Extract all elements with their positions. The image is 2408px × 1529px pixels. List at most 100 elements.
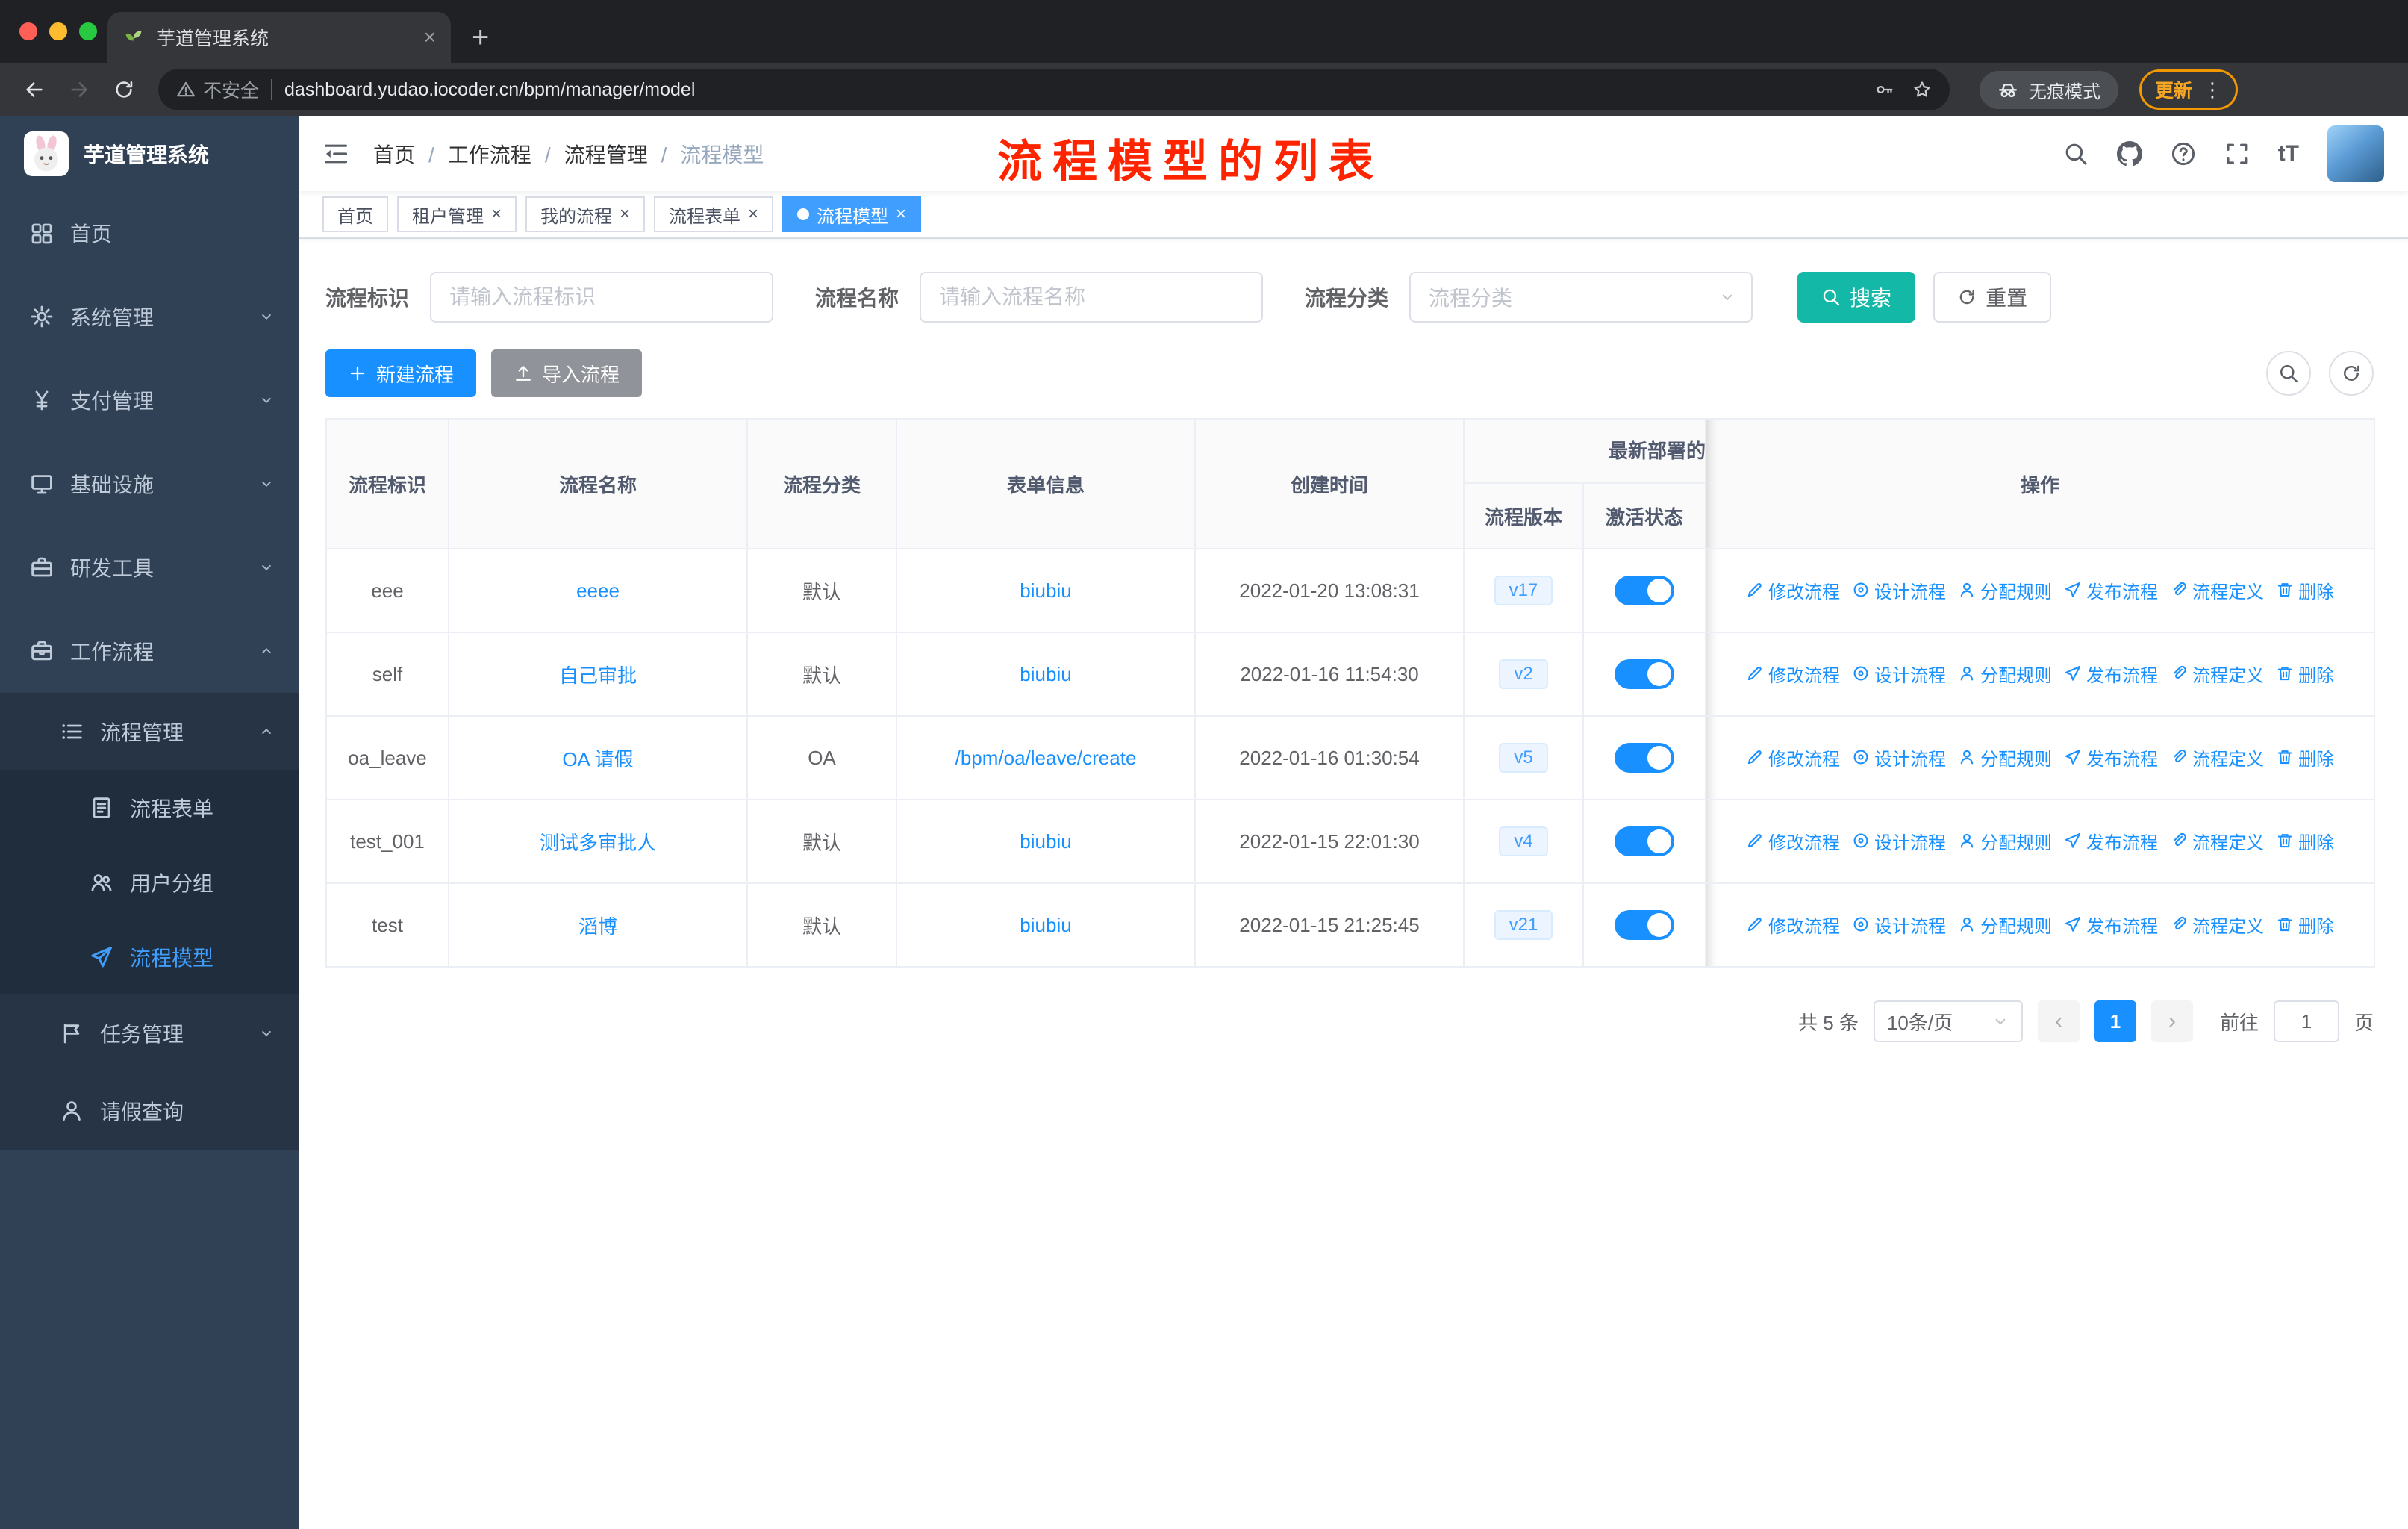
font-size-icon[interactable]: tT <box>2278 141 2299 166</box>
reload-button[interactable] <box>105 70 143 109</box>
tab-close-icon[interactable]: × <box>424 25 436 49</box>
tag-close-icon[interactable]: × <box>491 205 502 223</box>
sidebar-item-workflow[interactable]: 工作流程 <box>0 609 299 693</box>
zoom-window-button[interactable] <box>79 22 97 40</box>
process-name-input[interactable] <box>920 272 1264 323</box>
app-logo-row[interactable]: 芋道管理系统 <box>0 116 299 191</box>
category-select[interactable]: 流程分类 <box>1409 272 1753 323</box>
sidebar-item-process-management[interactable]: 流程管理 <box>0 693 299 770</box>
close-window-button[interactable] <box>19 22 37 40</box>
action-assign-rules-link[interactable]: 分配规则 <box>1958 828 2052 854</box>
sidebar-item-process-model[interactable]: 流程模型 <box>0 920 299 994</box>
search-button[interactable]: 搜索 <box>1797 272 1916 323</box>
import-process-button[interactable]: 导入流程 <box>491 349 643 397</box>
process-name-link[interactable]: 自己审批 <box>559 664 637 687</box>
active-toggle[interactable] <box>1615 576 1674 605</box>
process-name-link[interactable]: OA 请假 <box>562 748 633 770</box>
sidebar-item-system[interactable]: 系统管理 <box>0 275 299 358</box>
address-bar[interactable]: 不安全 dashboard.yudao.iocoder.cn/bpm/manag… <box>158 69 1950 110</box>
sidebar-item-task-management[interactable]: 任务管理 <box>0 994 299 1072</box>
new-tab-button[interactable]: + <box>472 22 489 52</box>
form-info-link[interactable]: /bpm/oa/leave/create <box>955 747 1137 769</box>
form-info-link[interactable]: biubiu <box>1020 579 1071 602</box>
refresh-table-button[interactable] <box>2329 351 2374 396</box>
tag-close-icon[interactable]: × <box>748 205 758 223</box>
tag-process-model[interactable]: 流程模型 × <box>782 196 922 232</box>
action-assign-rules-link[interactable]: 分配规则 <box>1958 744 2052 770</box>
sidebar-item-user-group[interactable]: 用户分组 <box>0 845 299 920</box>
sidebar-item-home[interactable]: 首页 <box>0 191 299 275</box>
page-number-button[interactable]: 1 <box>2094 1000 2136 1042</box>
sidebar-item-infrastructure[interactable]: 基础设施 <box>0 442 299 526</box>
action-definition-link[interactable]: 流程定义 <box>2170 661 2264 687</box>
action-modify-link[interactable]: 修改流程 <box>1746 912 1840 938</box>
active-toggle[interactable] <box>1615 910 1674 940</box>
tag-process-form[interactable]: 流程表单 × <box>654 196 774 232</box>
window-controls[interactable] <box>19 22 97 40</box>
action-publish-link[interactable]: 发布流程 <box>2064 912 2158 938</box>
action-design-link[interactable]: 设计流程 <box>1852 744 1946 770</box>
action-definition-link[interactable]: 流程定义 <box>2170 744 2264 770</box>
user-avatar[interactable] <box>2327 125 2384 182</box>
action-design-link[interactable]: 设计流程 <box>1852 828 1946 854</box>
prev-page-button[interactable]: ‹ <box>2037 1000 2080 1042</box>
process-name-link[interactable]: 测试多审批人 <box>540 832 656 854</box>
forward-button[interactable] <box>60 70 99 109</box>
form-info-link[interactable]: biubiu <box>1020 663 1071 685</box>
tag-close-icon[interactable]: × <box>896 205 906 223</box>
action-definition-link[interactable]: 流程定义 <box>2170 828 2264 854</box>
tag-home[interactable]: 首页 <box>322 196 388 232</box>
process-name-link[interactable]: 滔博 <box>578 915 617 938</box>
action-delete-link[interactable]: 删除 <box>2276 828 2334 854</box>
action-definition-link[interactable]: 流程定义 <box>2170 577 2264 603</box>
action-assign-rules-link[interactable]: 分配规则 <box>1958 912 2052 938</box>
search-icon[interactable] <box>2063 141 2089 166</box>
action-delete-link[interactable]: 删除 <box>2276 744 2334 770</box>
form-info-link[interactable]: biubiu <box>1020 914 1071 936</box>
action-publish-link[interactable]: 发布流程 <box>2064 577 2158 603</box>
browser-menu-icon[interactable]: ⋮ <box>2203 78 2222 102</box>
sidebar-toggle-icon[interactable] <box>322 140 349 167</box>
action-delete-link[interactable]: 删除 <box>2276 661 2334 687</box>
security-indicator[interactable]: 不安全 <box>176 76 259 103</box>
form-info-link[interactable]: biubiu <box>1020 830 1071 853</box>
toggle-search-button[interactable] <box>2266 351 2311 396</box>
minimize-window-button[interactable] <box>49 22 67 40</box>
active-toggle[interactable] <box>1615 743 1674 773</box>
tag-tenant-management[interactable]: 租户管理 × <box>397 196 517 232</box>
action-modify-link[interactable]: 修改流程 <box>1746 661 1840 687</box>
active-toggle[interactable] <box>1615 826 1674 856</box>
tag-close-icon[interactable]: × <box>620 205 630 223</box>
sidebar-item-devtools[interactable]: 研发工具 <box>0 526 299 609</box>
action-design-link[interactable]: 设计流程 <box>1852 577 1946 603</box>
action-assign-rules-link[interactable]: 分配规则 <box>1958 577 2052 603</box>
action-assign-rules-link[interactable]: 分配规则 <box>1958 661 2052 687</box>
action-delete-link[interactable]: 删除 <box>2276 577 2334 603</box>
page-size-select[interactable]: 10条/页 <box>1873 1000 2023 1042</box>
bookmark-star-icon[interactable] <box>1912 80 1932 99</box>
sidebar-item-leave-query[interactable]: 请假查询 <box>0 1072 299 1150</box>
github-icon[interactable] <box>2116 141 2142 166</box>
goto-page-input[interactable] <box>2273 1000 2339 1042</box>
back-button[interactable] <box>15 70 54 109</box>
process-name-link[interactable]: eeee <box>576 579 620 602</box>
process-key-input[interactable] <box>430 272 774 323</box>
action-modify-link[interactable]: 修改流程 <box>1746 828 1840 854</box>
next-page-button[interactable]: › <box>2150 1000 2193 1042</box>
action-publish-link[interactable]: 发布流程 <box>2064 744 2158 770</box>
action-delete-link[interactable]: 删除 <box>2276 912 2334 938</box>
sidebar-item-process-form[interactable]: 流程表单 <box>0 770 299 845</box>
breadcrumb-process-management[interactable]: 流程管理 <box>564 139 681 169</box>
fullscreen-icon[interactable] <box>2224 141 2250 166</box>
sidebar-item-payment[interactable]: 支付管理 <box>0 358 299 442</box>
action-modify-link[interactable]: 修改流程 <box>1746 577 1840 603</box>
action-publish-link[interactable]: 发布流程 <box>2064 828 2158 854</box>
help-icon[interactable] <box>2171 141 2196 166</box>
breadcrumb-home[interactable]: 首页 <box>373 139 448 169</box>
reset-button[interactable]: 重置 <box>1933 272 2052 323</box>
browser-update-button[interactable]: 更新 ⋮ <box>2139 69 2239 110</box>
action-publish-link[interactable]: 发布流程 <box>2064 661 2158 687</box>
active-toggle[interactable] <box>1615 659 1674 689</box>
password-key-icon[interactable] <box>1875 80 1894 99</box>
action-design-link[interactable]: 设计流程 <box>1852 912 1946 938</box>
